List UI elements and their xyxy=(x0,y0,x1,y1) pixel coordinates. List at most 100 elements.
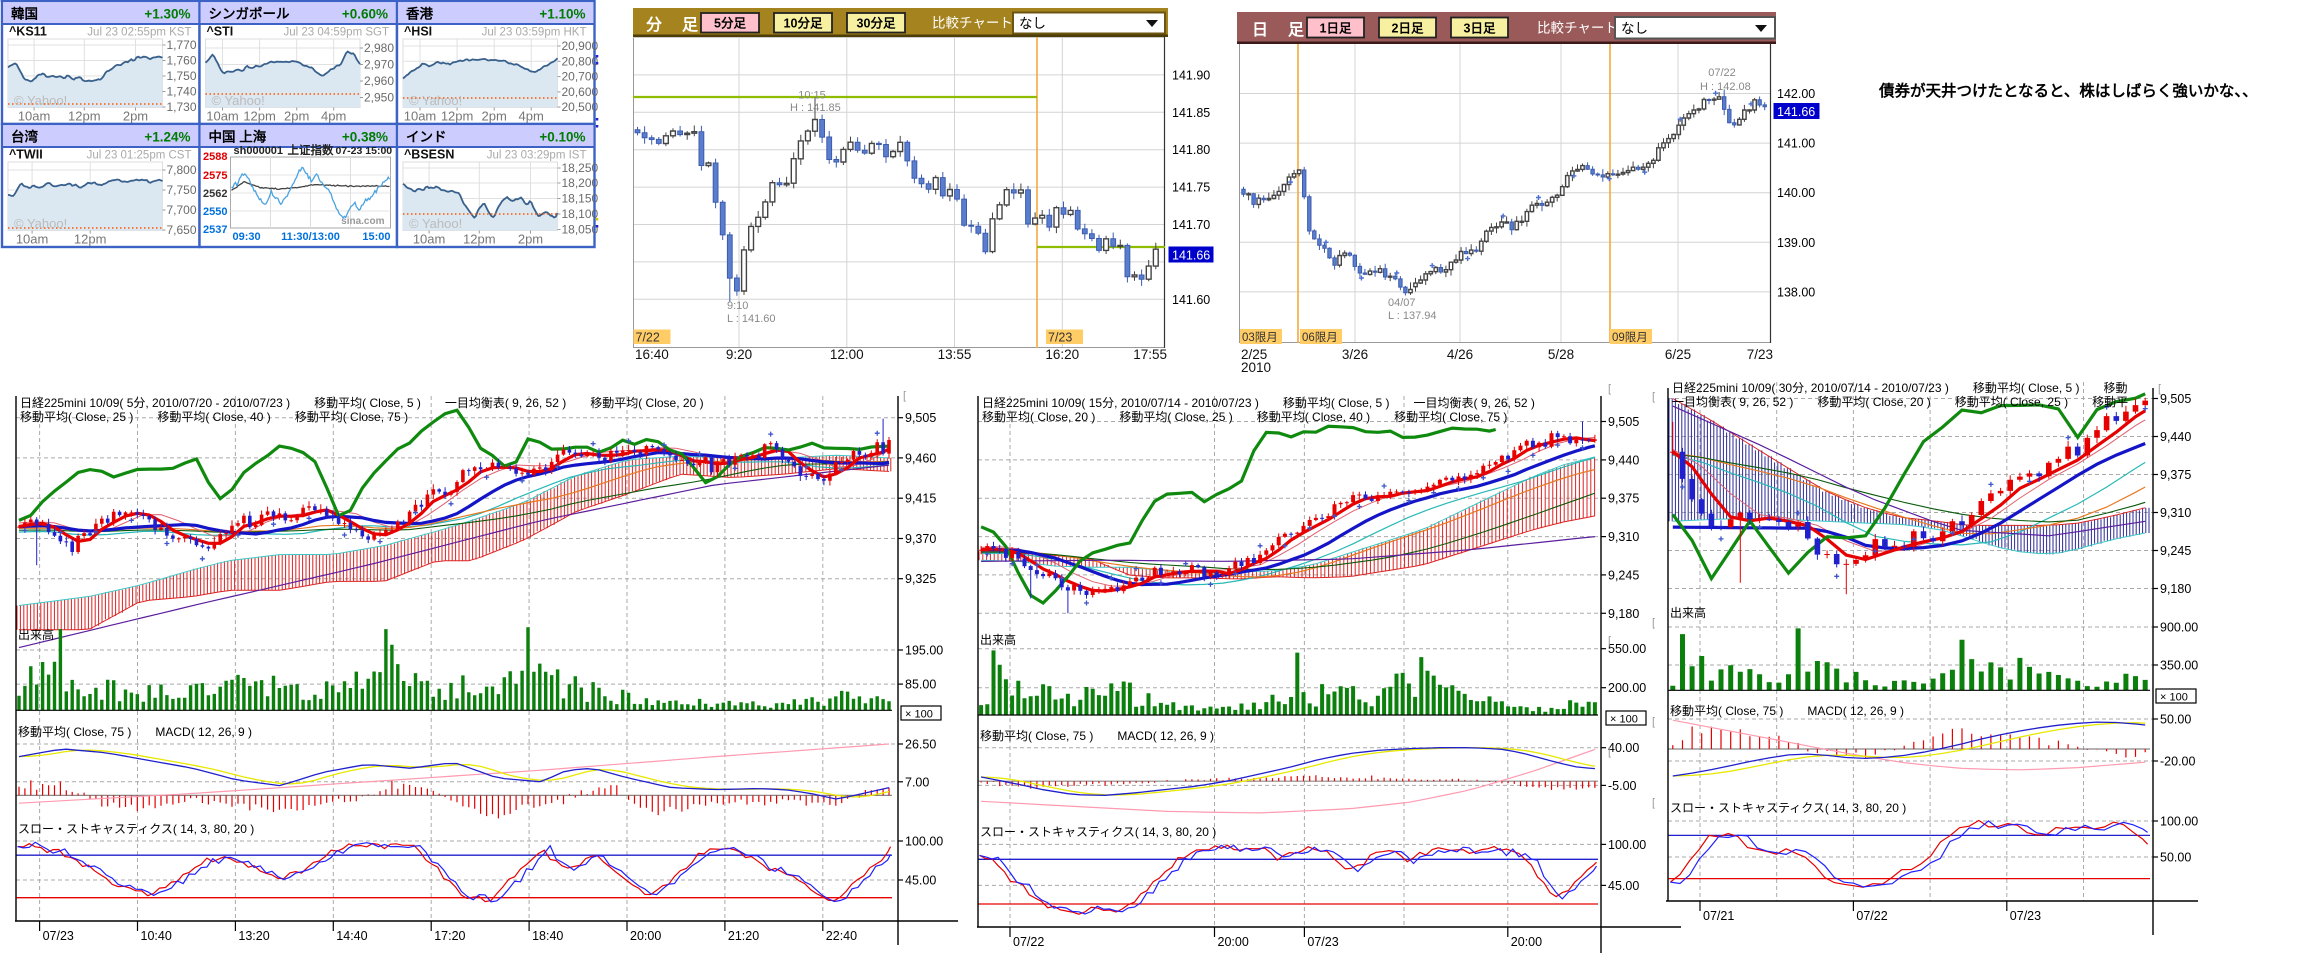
svg-text:2pm: 2pm xyxy=(518,232,543,247)
svg-text:141.66: 141.66 xyxy=(1777,105,1815,119)
svg-text:20,800: 20,800 xyxy=(562,54,599,68)
svg-text:138.00: 138.00 xyxy=(1777,285,1815,299)
svg-text:日 足: 日 足 xyxy=(1252,21,1306,39)
svg-text:45.00: 45.00 xyxy=(905,874,936,888)
svg-text:出来高: 出来高 xyxy=(1670,605,1706,620)
svg-text:[: [ xyxy=(1652,716,1655,728)
svg-text:7/23: 7/23 xyxy=(1747,347,1773,362)
svg-text:中国 上海: 中国 上海 xyxy=(209,129,267,145)
svg-text:06限月: 06限月 xyxy=(1302,331,1338,344)
svg-text:85.00: 85.00 xyxy=(905,678,936,692)
svg-text:なし: なし xyxy=(1621,21,1648,36)
svg-text:12pm: 12pm xyxy=(441,109,474,124)
svg-text:9,460: 9,460 xyxy=(905,451,936,465)
svg-text:07/23: 07/23 xyxy=(43,929,74,943)
svg-text:141.85: 141.85 xyxy=(1172,106,1210,120)
svg-text:350.00: 350.00 xyxy=(2160,659,2198,673)
svg-text:[: [ xyxy=(1608,746,1611,758)
svg-text:債券が天井つけたとなると、株はしばらく強いかな、、: 債券が天井つけたとなると、株はしばらく強いかな、、 xyxy=(1878,81,2258,100)
svg-text:日経225mini 10/09( 15分, 2010/07/: 日経225mini 10/09( 15分, 2010/07/14 - 2010/… xyxy=(982,396,1535,410)
svg-text:140.00: 140.00 xyxy=(1777,186,1815,200)
svg-text:3/26: 3/26 xyxy=(1342,347,1368,362)
svg-text:07/22: 07/22 xyxy=(1013,935,1044,949)
svg-text:9,375: 9,375 xyxy=(1608,492,1639,506)
svg-text:なし: なし xyxy=(1019,16,1046,31)
svg-text:18,200: 18,200 xyxy=(562,176,599,190)
svg-text:スロー・ストキャスティクス( 14, 3, 80, 20 ): スロー・ストキャスティクス( 14, 3, 80, 20 ) xyxy=(1670,801,1906,815)
svg-text:Jul 23 01:25pm CST: Jul 23 01:25pm CST xyxy=(87,150,192,162)
svg-text:2pm: 2pm xyxy=(123,109,148,124)
svg-text:+1.10%: +1.10% xyxy=(539,7,585,22)
svg-text:日経225mini 10/09( 30分, 2010/07/: 日経225mini 10/09( 30分, 2010/07/14 - 2010/… xyxy=(1672,381,2128,395)
svg-text:195.00: 195.00 xyxy=(905,644,943,658)
svg-text:4pm: 4pm xyxy=(321,109,346,124)
svg-text:17:20: 17:20 xyxy=(434,929,465,943)
svg-text:07/22: 07/22 xyxy=(1856,909,1887,923)
svg-text:141.70: 141.70 xyxy=(1172,218,1210,232)
svg-text:17:55: 17:55 xyxy=(1133,347,1167,362)
svg-text:100.00: 100.00 xyxy=(905,835,943,849)
svg-text:7/22: 7/22 xyxy=(636,331,660,345)
svg-text:20:00: 20:00 xyxy=(630,929,661,943)
svg-text:Jul 23 02:55pm KST: Jul 23 02:55pm KST xyxy=(87,27,191,39)
svg-text:9,245: 9,245 xyxy=(1608,568,1639,582)
svg-text:+1.24%: +1.24% xyxy=(144,130,190,145)
svg-text:6/25: 6/25 xyxy=(1665,347,1691,362)
svg-text:[: [ xyxy=(1652,797,1655,809)
svg-text:[: [ xyxy=(1652,391,1655,403)
svg-text:45.00: 45.00 xyxy=(1608,879,1639,893)
svg-text:9,245: 9,245 xyxy=(2160,544,2191,558)
svg-text:13:55: 13:55 xyxy=(938,347,972,362)
svg-text:[: [ xyxy=(2158,383,2161,395)
svg-text:18,100: 18,100 xyxy=(562,207,599,221)
svg-text:12pm: 12pm xyxy=(243,109,276,124)
svg-text:© Yahoo!: © Yahoo! xyxy=(14,93,67,108)
svg-text:03限月: 03限月 xyxy=(1242,331,1278,344)
svg-text:9,180: 9,180 xyxy=(1608,607,1639,621)
svg-text:上证指数: 上证指数 xyxy=(288,143,334,157)
svg-text:10am: 10am xyxy=(404,109,437,124)
svg-text:141.90: 141.90 xyxy=(1172,68,1210,82)
svg-text:9,325: 9,325 xyxy=(905,572,936,586)
svg-text:2pm: 2pm xyxy=(482,109,507,124)
svg-text:21:20: 21:20 xyxy=(728,929,759,943)
svg-text:3日足: 3日足 xyxy=(1464,22,1496,36)
svg-text:9,505: 9,505 xyxy=(2160,392,2191,406)
svg-text:12pm: 12pm xyxy=(463,232,496,247)
svg-text:20,700: 20,700 xyxy=(562,70,599,84)
svg-text:2,960: 2,960 xyxy=(364,74,394,88)
svg-text:2,950: 2,950 xyxy=(364,91,394,105)
svg-text:4/26: 4/26 xyxy=(1447,347,1473,362)
svg-text:出来高: 出来高 xyxy=(18,627,54,642)
svg-text:7,700: 7,700 xyxy=(167,203,197,217)
svg-text:141.00: 141.00 xyxy=(1777,137,1815,151)
svg-text:9,370: 9,370 xyxy=(905,532,936,546)
svg-text:20:00: 20:00 xyxy=(1218,935,1249,949)
svg-text:移動平均( Close, 25 ) 移動平均( Close: 移動平均( Close, 25 ) 移動平均( Close, 40 ) 移動平均… xyxy=(20,410,408,424)
svg-text:200.00: 200.00 xyxy=(1608,681,1646,695)
svg-text:07/22: 07/22 xyxy=(1708,67,1736,79)
svg-text:7.00: 7.00 xyxy=(905,775,929,789)
svg-text:100.00: 100.00 xyxy=(2160,815,2198,829)
svg-text:台湾: 台湾 xyxy=(11,129,38,145)
svg-text:1,750: 1,750 xyxy=(167,69,197,83)
svg-text:16:20: 16:20 xyxy=(1045,347,1079,362)
svg-text:9,310: 9,310 xyxy=(2160,506,2191,520)
svg-text:141.80: 141.80 xyxy=(1172,143,1210,157)
svg-text:sh000001: sh000001 xyxy=(234,145,284,157)
svg-text:07-23 15:00: 07-23 15:00 xyxy=(336,145,393,157)
svg-text:5/28: 5/28 xyxy=(1548,347,1574,362)
svg-text:141.66: 141.66 xyxy=(1172,249,1210,263)
svg-text:9,415: 9,415 xyxy=(905,492,936,506)
svg-text:100.00: 100.00 xyxy=(1608,838,1646,852)
svg-text:© Yahoo!: © Yahoo! xyxy=(409,93,462,108)
svg-text:移動平均( Close, 20 ) 移動平均( Close: 移動平均( Close, 20 ) 移動平均( Close, 25 ) 移動平均… xyxy=(982,410,1507,424)
svg-text:550.00: 550.00 xyxy=(1608,642,1646,656)
svg-text:7,800: 7,800 xyxy=(167,163,197,177)
svg-text:移動平均( Close, 75 ) MACD( 12, 2: 移動平均( Close, 75 ) MACD( 12, 26, 9 ) xyxy=(980,729,1214,743)
svg-text:04/07: 04/07 xyxy=(1388,297,1416,309)
svg-text:13:20: 13:20 xyxy=(238,929,269,943)
svg-text:シンガポール: シンガポール xyxy=(209,6,290,22)
svg-text:^STI: ^STI xyxy=(207,25,234,39)
svg-text:2562: 2562 xyxy=(203,188,227,200)
